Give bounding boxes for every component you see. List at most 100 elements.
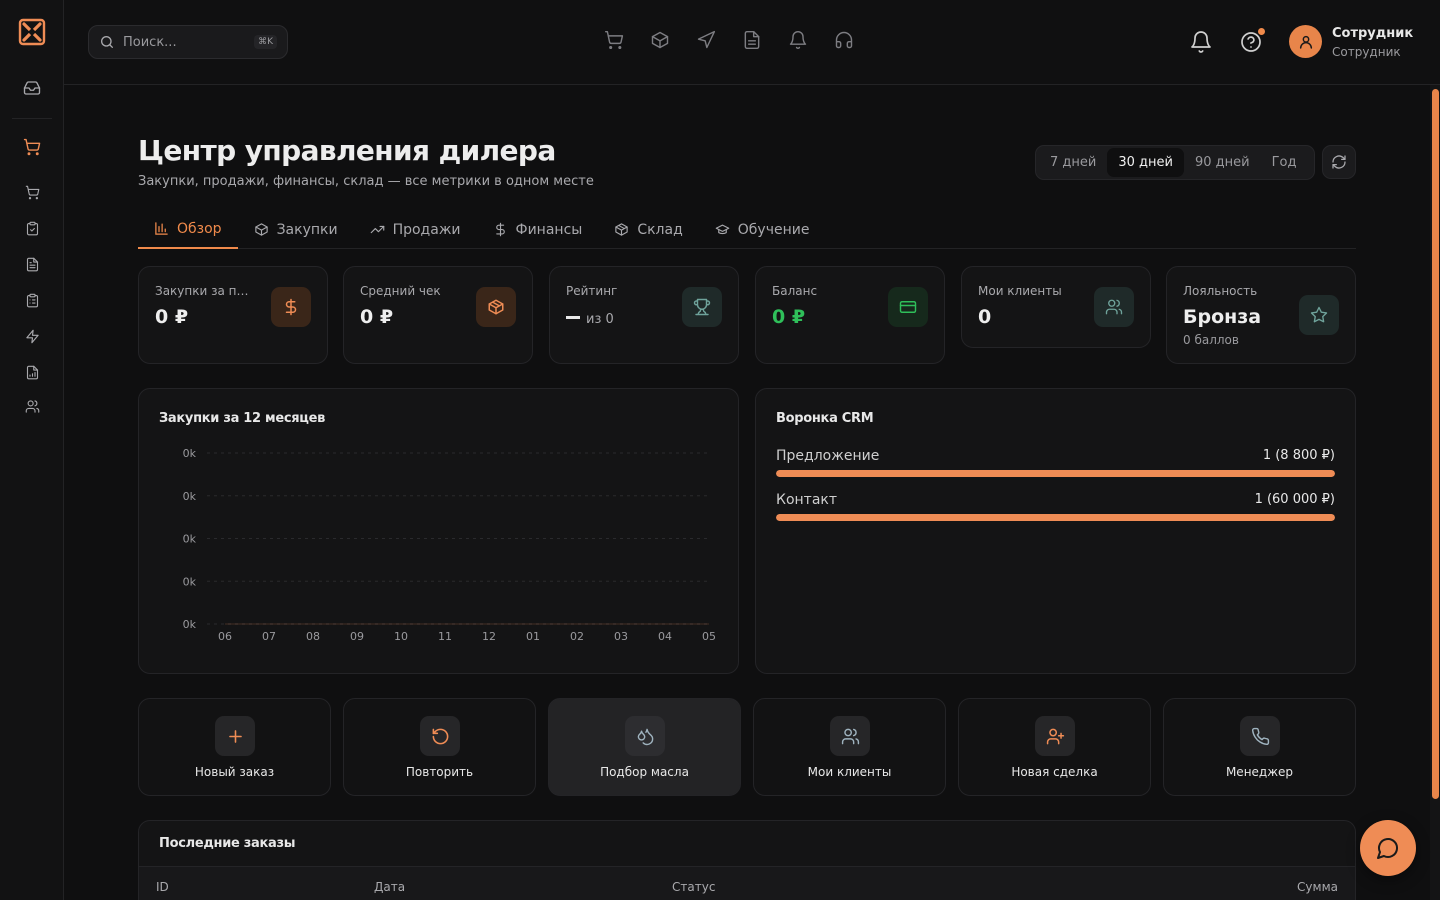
- my-clients-button[interactable]: Мои клиенты: [753, 698, 946, 796]
- tab-purchases[interactable]: Закупки: [238, 210, 354, 249]
- credit-card-icon: [888, 287, 928, 327]
- period-7-days[interactable]: 7 дней: [1039, 148, 1107, 177]
- file-icon[interactable]: [16, 248, 48, 280]
- kpi-value: Бронза: [1183, 306, 1262, 328]
- funnel-stage-bar: [776, 514, 1335, 521]
- user-plus-icon: [1035, 716, 1075, 756]
- x-tick-label: 04: [658, 630, 672, 643]
- trophy-icon: [682, 287, 722, 327]
- x-tick-label: 07: [262, 630, 276, 643]
- tab-label: Закупки: [276, 221, 338, 238]
- rotate-icon: [420, 716, 460, 756]
- dashboard-tabs: Обзор Закупки Продажи Финансы Склад Обуч…: [138, 210, 1356, 249]
- tab-warehouse[interactable]: Склад: [598, 210, 698, 249]
- headphones-icon[interactable]: [834, 30, 854, 50]
- column-status[interactable]: Статус: [672, 880, 715, 894]
- tab-label: Финансы: [515, 221, 583, 238]
- x-tick-label: 03: [614, 630, 628, 643]
- repeat-order-button[interactable]: Повторить: [343, 698, 536, 796]
- tab-overview[interactable]: Обзор: [138, 210, 238, 249]
- kpi-value: 0 ₽: [772, 306, 806, 328]
- clipboard-list-icon[interactable]: [16, 284, 48, 316]
- help-icon[interactable]: [1239, 28, 1265, 54]
- notifications-bell-icon[interactable]: [1189, 30, 1213, 54]
- search-box[interactable]: ⌘K: [88, 25, 288, 59]
- funnel-stage-label: Предложение: [776, 448, 880, 464]
- users-icon: [1094, 287, 1134, 327]
- period-selector: 7 дней 30 дней 90 дней Год: [1035, 145, 1315, 180]
- tab-label: Обзор: [177, 220, 222, 237]
- zap-icon[interactable]: [16, 320, 48, 352]
- funnel-stage-bar: [776, 470, 1335, 477]
- graduation-cap-icon: [715, 222, 730, 237]
- column-amount[interactable]: Сумма: [1297, 880, 1338, 894]
- dollar-icon: [493, 222, 508, 237]
- plus-icon: [215, 716, 255, 756]
- x-tick-label: 08: [306, 630, 320, 643]
- package-icon: [614, 222, 629, 237]
- refresh-button[interactable]: [1322, 145, 1356, 179]
- cart-icon[interactable]: [16, 131, 48, 163]
- help-notification-dot: [1258, 28, 1265, 35]
- cart-small-icon[interactable]: [16, 176, 48, 208]
- scrollbar-thumb[interactable]: [1432, 89, 1439, 799]
- x-tick-label: 11: [438, 630, 452, 643]
- orders-table-header: ID Дата Статус Сумма: [139, 866, 1355, 900]
- page-title: Центр управления дилера: [138, 134, 556, 167]
- users-icon[interactable]: [16, 390, 48, 422]
- tab-label: Продажи: [392, 221, 461, 238]
- chat-button[interactable]: [1360, 820, 1416, 876]
- tab-label: Обучение: [737, 221, 810, 238]
- phone-icon: [1240, 716, 1280, 756]
- recent-orders-card: Последние заказы ID Дата Статус Сумма: [138, 820, 1356, 900]
- new-order-button[interactable]: Новый заказ: [138, 698, 331, 796]
- crm-funnel-card: Воронка CRM Предложение 1 (8 800 ₽) Конт…: [755, 388, 1356, 674]
- period-30-days[interactable]: 30 дней: [1107, 148, 1184, 177]
- period-90-days[interactable]: 90 дней: [1184, 148, 1261, 177]
- loyalty-points: 0 баллов: [1183, 333, 1239, 347]
- action-label: Новая сделка: [1011, 765, 1098, 779]
- send-icon[interactable]: [696, 30, 716, 50]
- tab-finance[interactable]: Финансы: [477, 210, 599, 249]
- x-tick-label: 12: [482, 630, 496, 643]
- purchases-chart-card: Закупки за 12 месяцев 0k 0k 0k 0k 0k 06 07 08 09…: [138, 388, 739, 674]
- funnel-stage-value: 1 (8 800 ₽): [1262, 448, 1335, 463]
- inbox-icon[interactable]: [16, 72, 48, 104]
- kpi-label: Лояльность: [1183, 284, 1258, 298]
- box-icon[interactable]: [650, 30, 670, 50]
- kpi-card-rating: Рейтинг из 0: [549, 266, 739, 364]
- trending-up-icon: [370, 222, 385, 237]
- action-label: Мои клиенты: [807, 765, 892, 779]
- y-tick-label: 0k: [183, 447, 197, 460]
- search-input[interactable]: [123, 34, 243, 50]
- oil-selection-button[interactable]: Подбор масла: [548, 698, 741, 796]
- kpi-label: Закупки за пер...: [155, 284, 255, 298]
- kpi-value: 0 ₽: [155, 306, 189, 328]
- bell-icon[interactable]: [788, 30, 808, 50]
- period-year[interactable]: Год: [1261, 148, 1308, 177]
- header-nav-icons: [604, 30, 854, 50]
- x-tick-label: 02: [570, 630, 584, 643]
- cart-icon[interactable]: [604, 30, 624, 50]
- kpi-value: 0 ₽: [360, 306, 394, 328]
- x-tick-label: 01: [526, 630, 540, 643]
- file-chart-icon[interactable]: [16, 356, 48, 388]
- manager-button[interactable]: Менеджер: [1163, 698, 1356, 796]
- avatar[interactable]: [1289, 25, 1322, 58]
- clipboard-icon[interactable]: [16, 212, 48, 244]
- user-name[interactable]: Сотрудник: [1332, 26, 1413, 41]
- column-date[interactable]: Дата: [374, 880, 405, 894]
- x-logo-icon[interactable]: [18, 18, 46, 46]
- tab-label: Склад: [637, 221, 683, 238]
- column-id[interactable]: ID: [156, 880, 169, 894]
- action-label: Менеджер: [1225, 765, 1294, 779]
- scrollbar[interactable]: [1430, 85, 1440, 900]
- tab-sales[interactable]: Продажи: [354, 210, 477, 249]
- tab-training[interactable]: Обучение: [699, 210, 826, 249]
- sidebar-divider: [12, 118, 52, 119]
- search-icon: [99, 34, 115, 50]
- funnel-stage-label: Контакт: [776, 492, 838, 508]
- new-deal-button[interactable]: Новая сделка: [958, 698, 1151, 796]
- kpi-card-avg-check: Средний чек 0 ₽: [343, 266, 533, 364]
- file-text-icon[interactable]: [742, 30, 762, 50]
